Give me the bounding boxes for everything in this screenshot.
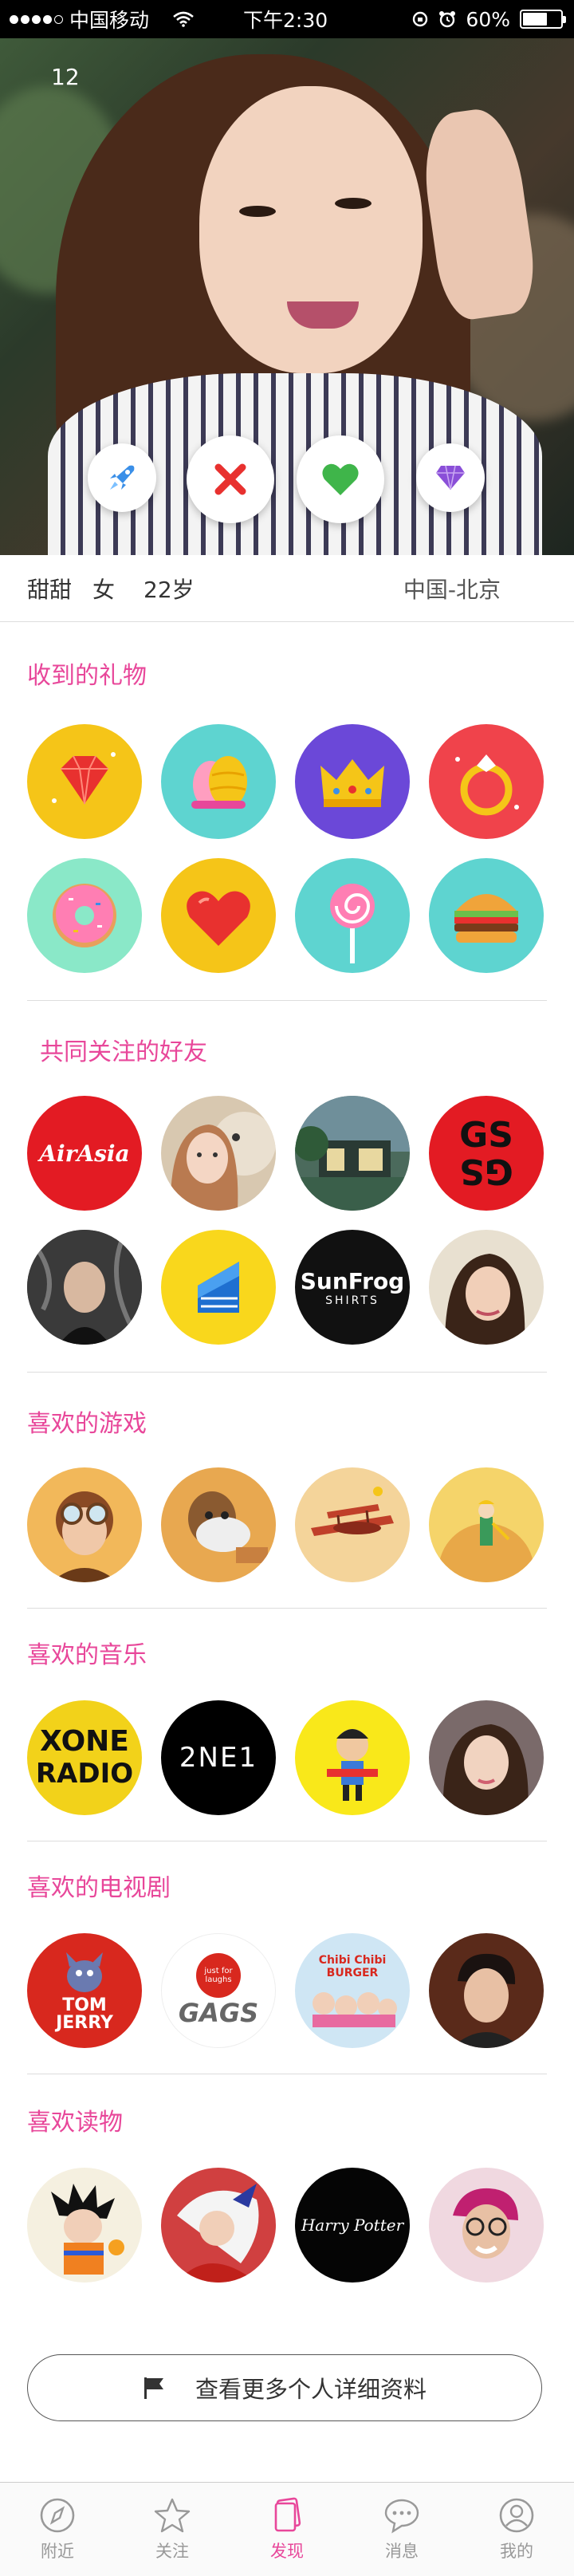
section-title-gifts: 收到的礼物 (27, 662, 147, 690)
music-xone-radio[interactable]: XONE RADIO (27, 1700, 142, 1815)
status-bar: 中国移动 下午2:30 60% (0, 0, 574, 38)
star-icon (154, 2498, 191, 2533)
rotation-lock-icon (413, 11, 428, 27)
photo-counter: 12 (51, 64, 80, 90)
profile-location: 中国-北京 (403, 576, 501, 603)
wifi-icon (173, 11, 194, 27)
divider (27, 1000, 547, 1001)
gift-ruby[interactable] (27, 724, 142, 839)
profile-info: 甜甜 女 22岁 中国-北京 (0, 555, 574, 622)
friend-avatar-girl[interactable] (161, 1096, 276, 1211)
gift-ring[interactable] (429, 724, 544, 839)
tv-tom-jerry[interactable]: TOM JERRY (27, 1933, 142, 2048)
reading-dragon-ball[interactable] (27, 2168, 142, 2283)
user-icon (499, 2498, 534, 2533)
game-pilot[interactable] (161, 1467, 276, 1582)
gift-eggs[interactable] (161, 724, 276, 839)
super-like-button[interactable] (416, 443, 485, 512)
section-title-tv: 喜欢的电视剧 (27, 1874, 171, 1902)
tab-messages[interactable]: 消息 (344, 2483, 459, 2576)
friend-sunfrog[interactable]: SunFrog SHIRTS (295, 1230, 410, 1345)
music-cartoon[interactable] (295, 1700, 410, 1815)
section-title-music: 喜欢的音乐 (27, 1641, 147, 1669)
friend-avatar-man[interactable] (27, 1230, 142, 1345)
alarm-icon (439, 11, 456, 28)
rocket-icon (110, 465, 135, 490)
friend-gs[interactable]: GS GS (429, 1096, 544, 1211)
profile-name: 甜甜 (27, 576, 73, 603)
section-title-games: 喜欢的游戏 (27, 1410, 147, 1438)
reading-inuyasha[interactable] (161, 2168, 276, 2283)
heart-icon (322, 463, 359, 495)
flag-icon (144, 2377, 163, 2399)
tv-actor[interactable] (429, 1933, 544, 2048)
tv-chibi-burger[interactable]: Chibi Chibi BURGER (295, 1933, 410, 2048)
friend-airasia[interactable]: AirAsia (27, 1096, 142, 1211)
tv-just-for-laughs-gags[interactable]: just for laughs GAGS (161, 1933, 276, 2048)
clock: 下午2:30 (243, 9, 328, 32)
gift-heart[interactable] (161, 858, 276, 973)
game-little-prince[interactable] (429, 1467, 544, 1582)
tab-nearby[interactable]: 附近 (0, 2483, 115, 2576)
music-singer[interactable] (429, 1700, 544, 1815)
gift-burger[interactable] (429, 858, 544, 973)
carrier-label: 中国移动 (69, 9, 150, 32)
game-aviator[interactable] (27, 1467, 142, 1582)
divider (27, 1372, 547, 1373)
more-profile-details-label: 查看更多个人详细资料 (195, 2376, 427, 2403)
close-icon (214, 463, 246, 495)
battery-percent: 60% (466, 7, 510, 31)
gift-crown[interactable] (295, 724, 410, 839)
chat-icon (384, 2499, 419, 2534)
section-title-friends: 共同关注的好友 (40, 1038, 207, 1066)
friend-rosetta[interactable] (161, 1230, 276, 1345)
section-title-reading: 喜欢读物 (27, 2109, 123, 2137)
more-profile-details-button[interactable]: 查看更多个人详细资料 (27, 2354, 542, 2421)
tab-bar: 附近 关注 发现 消息 我的 (0, 2482, 574, 2576)
gift-lollipop[interactable] (295, 858, 410, 973)
compass-icon (40, 2498, 75, 2533)
boost-button[interactable] (88, 443, 156, 512)
profile-gender: 女 (92, 576, 116, 603)
cards-icon (274, 2497, 301, 2532)
reading-harry-potter[interactable]: Harry Potter (295, 2168, 410, 2283)
profile-photo[interactable]: 12 (0, 38, 574, 555)
dislike-button[interactable] (187, 435, 274, 523)
tab-discover[interactable]: 发现 (230, 2483, 344, 2576)
tab-following[interactable]: 关注 (115, 2483, 230, 2576)
like-button[interactable] (297, 435, 384, 523)
friend-avatar-woman[interactable] (429, 1230, 544, 1345)
gift-donut[interactable] (27, 858, 142, 973)
friend-house[interactable] (295, 1096, 410, 1211)
tab-me[interactable]: 我的 (459, 2483, 574, 2576)
music-2ne1[interactable]: 2NE1 (161, 1700, 276, 1815)
reading-portrait[interactable] (429, 2168, 544, 2283)
game-biplane[interactable] (295, 1467, 410, 1582)
profile-age: 22岁 (144, 576, 195, 603)
divider (27, 1608, 547, 1609)
battery-icon (520, 10, 566, 29)
signal-icon (10, 14, 63, 24)
diamond-icon (436, 465, 465, 490)
